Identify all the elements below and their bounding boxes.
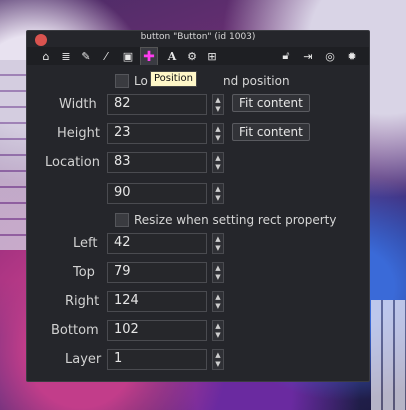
height-label: Height [57,126,100,141]
resize-label: Resize when setting rect property [134,213,337,227]
bottom-field[interactable]: 102 [107,320,207,341]
location-label: Location [45,155,100,170]
lock-label-right: nd position [223,74,290,88]
settings-icon[interactable]: ✹ [343,47,361,65]
property-inspector-panel: button "Button" (id 1003) ⌂ ≣ ✎ ⁄ ▣ ✚ A … [26,30,370,382]
fit-content-height-button[interactable]: Fit content [232,123,310,141]
position-tooltip: Position [150,71,197,87]
gears-icon[interactable]: ⚙ [183,47,201,65]
grid-icon[interactable]: ⊞ [203,47,221,65]
toolbar: ⌂ ≣ ✎ ⁄ ▣ ✚ A ⚙ ⊞ 🔓︎ ⇥ ◎ ✹ [27,47,369,65]
top-stepper[interactable]: ▲ ▼ [212,262,224,283]
bottom-label: Bottom [51,323,99,338]
pencil-icon[interactable]: ✎ [77,47,95,65]
width-field[interactable]: 82 [107,94,207,115]
database-icon[interactable]: ≣ [57,47,75,65]
fit-content-width-button[interactable]: Fit content [232,94,310,112]
right-label: Right [65,294,100,309]
right-field[interactable]: 124 [107,291,207,312]
location-y-stepper[interactable]: ▲ ▼ [212,183,224,204]
width-stepper[interactable]: ▲ ▼ [212,94,224,115]
move-icon[interactable]: ✚ [140,47,158,65]
magic-wand-icon[interactable]: ⁄ [97,47,115,65]
text-icon[interactable]: A [163,47,181,65]
location-x-field[interactable]: 83 [107,152,207,173]
lock-checkbox[interactable] [115,74,129,88]
image-icon[interactable]: ▣ [119,47,137,65]
left-stepper[interactable]: ▲ ▼ [212,233,224,254]
location-y-field[interactable]: 90 [107,183,207,204]
top-label: Top [73,265,95,280]
location-x-stepper[interactable]: ▲ ▼ [212,152,224,173]
bottom-stepper[interactable]: ▲ ▼ [212,320,224,341]
left-label: Left [73,236,98,251]
layer-stepper[interactable]: ▲ ▼ [212,349,224,370]
right-stepper[interactable]: ▲ ▼ [212,291,224,312]
lock-open-icon[interactable]: 🔓︎ [277,47,295,65]
home-icon[interactable]: ⌂ [37,47,55,65]
width-label: Width [59,97,97,112]
login-icon[interactable]: ⇥ [299,47,317,65]
target-icon[interactable]: ◎ [321,47,339,65]
lock-label-left: Lo [134,74,148,88]
height-stepper[interactable]: ▲ ▼ [212,123,224,144]
layer-field[interactable]: 1 [107,349,207,370]
left-field[interactable]: 42 [107,233,207,254]
title-bar: button "Button" (id 1003) [27,31,369,46]
layer-label: Layer [65,352,102,367]
window-title: button "Button" (id 1003) [140,32,256,42]
keyboard-keys-right [371,300,406,410]
height-field[interactable]: 23 [107,123,207,144]
keyboard-keys-left [0,60,26,250]
resize-checkbox[interactable] [115,213,129,227]
top-field[interactable]: 79 [107,262,207,283]
